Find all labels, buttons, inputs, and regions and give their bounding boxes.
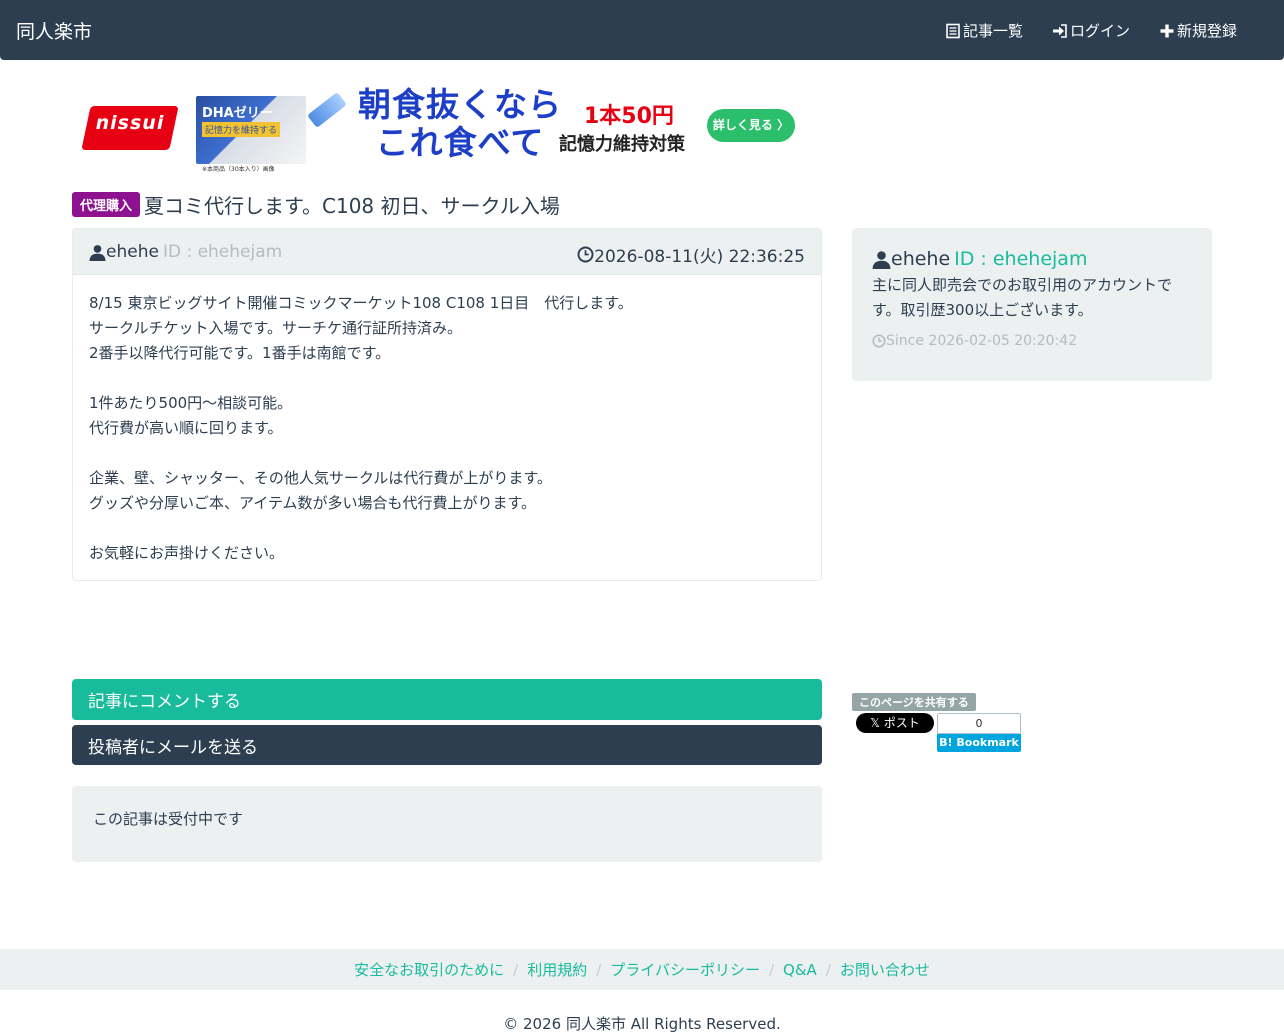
profile-since-text: Since 2026-02-05 20:20:42 [886,333,1078,349]
nav-login-link[interactable]: ログイン [1052,20,1130,41]
x-logo-icon: 𝕏 [870,716,884,730]
post-body: 8/15 東京ビッグサイト開催コミックマーケット108 C108 1日目 代行し… [73,275,821,566]
post-title-row: 代理購入 夏コミ代行します。C108 初日、サークル入場 [72,190,560,219]
clock-icon [577,246,594,263]
post-line: 1件あたり500円〜相談可能。 [89,394,293,412]
footer-link-qa[interactable]: Q&A [783,961,817,979]
ad-banner[interactable]: nissui DHAゼリー 記憶力を維持する ※本商品（30本入り）画像 朝食抜… [80,85,800,173]
comment-button[interactable]: 記事にコメントする [72,679,822,720]
login-icon [1053,23,1067,38]
footer-separator: / [513,960,519,979]
post-date-text: 2026-08-11(火) 22:36:25 [594,247,805,267]
ad-brand-logo: nissui [80,96,180,158]
ad-price: 1本50円 [584,104,674,129]
post-line: 企業、壁、シャッター、その他人気サークルは代行費が上がります。 [89,469,552,487]
hatena-bookmark-label: Bookmark [956,736,1019,749]
share-label: このページを共有する [852,693,976,711]
clock-icon [872,334,886,348]
post-line [89,516,805,541]
nav-articles-link[interactable]: 記事一覧 [945,20,1023,41]
author-profile-panel: ehehe ID : ehehejam 主に同人即売会でのお取引用のアカウントで… [852,228,1212,381]
profile-name[interactable]: ehehe ID : ehehejam [872,248,1192,270]
post-card: ehehe ID : ehehejam 2026-08-11(火) 22:36:… [72,228,822,581]
x-post-button[interactable]: 𝕏 ポスト [856,713,934,733]
post-author[interactable]: ehehe ID : ehehejam [89,242,282,262]
post-line: グッズや分厚いご本、アイテム数が多い場合も代行費上がります。 [89,494,537,512]
nav-login-label: ログイン [1070,22,1131,40]
user-icon [89,244,106,261]
status-panel: この記事は受付中です [72,786,822,862]
footer-links: 安全なお取引のために / 利用規約 / プライバシーポリシー / Q&A / お… [0,949,1284,990]
hatena-count: 0 [937,713,1021,734]
mail-author-button[interactable]: 投稿者にメールを送る [72,725,822,765]
profile-id: ID : ehehejam [954,248,1088,270]
profile-since: Since 2026-02-05 20:20:42 [872,333,1192,349]
navbar: 同人楽市 記事一覧 ログイン 新規登録 [0,0,1284,60]
post-title: 夏コミ代行します。C108 初日、サークル入場 [144,194,560,218]
footer-separator: / [768,960,775,979]
plus-icon [1160,24,1174,37]
copyright: © 2026 同人楽市 All Rights Reserved. [503,1015,781,1033]
footer-separator: / [596,960,602,979]
post-line: 代行費が高い順に回ります。 [89,419,283,437]
brand-link[interactable]: 同人楽市 [16,17,92,44]
footer-link-privacy[interactable]: プライバシーポリシー [610,959,760,980]
post-line: 2番手以降代行可能です。1番手は南館です。 [89,344,391,362]
post-card-header: ehehe ID : ehehejam 2026-08-11(火) 22:36:… [73,229,821,275]
ad-product-image: DHAゼリー 記憶力を維持する ※本商品（30本入り）画像 [196,96,306,173]
footer-separator: / [825,960,831,979]
hatena-b-icon: B! [939,736,957,749]
author-id: ID : ehehejam [162,242,283,262]
post-line [89,366,805,391]
post-date: 2026-08-11(火) 22:36:25 [577,242,805,267]
status-text: この記事は受付中です [93,810,244,828]
profile-name-text: ehehe [891,248,951,270]
ad-details-button[interactable]: 詳しく見る 〉 [707,109,795,142]
user-icon [872,250,891,269]
list-icon [946,23,960,38]
category-badge[interactable]: 代理購入 [72,192,141,217]
ad-headline: 朝食抜くなら これ食べて [358,85,562,162]
footer-link-contact[interactable]: お問い合わせ [840,959,930,980]
profile-description: 主に同人即売会でのお取引用のアカウントです。取引歴300以上ございます。 [872,276,1173,319]
nav-articles-label: 記事一覧 [963,22,1024,40]
post-line: サークルチケット入場です。サーチケ通行証所持済み。 [89,319,463,337]
post-line [89,441,805,466]
post-line: 8/15 東京ビッグサイト開催コミックマーケット108 C108 1日目 代行し… [89,294,633,312]
hatena-bookmark-button[interactable]: B! Bookmark [937,734,1021,752]
footer-link-safety[interactable]: 安全なお取引のために [354,959,504,980]
ad-subheadline: 記憶力維持対策 [559,134,685,155]
x-post-label: ポスト [883,716,920,730]
nav-register-label: 新規登録 [1177,22,1238,40]
post-line: お気軽にお声掛けください。 [89,544,285,562]
footer-link-terms[interactable]: 利用規約 [527,959,587,980]
ad-jelly-stick [307,91,347,129]
nav-register-link[interactable]: 新規登録 [1159,20,1237,41]
author-name: ehehe [106,242,159,262]
